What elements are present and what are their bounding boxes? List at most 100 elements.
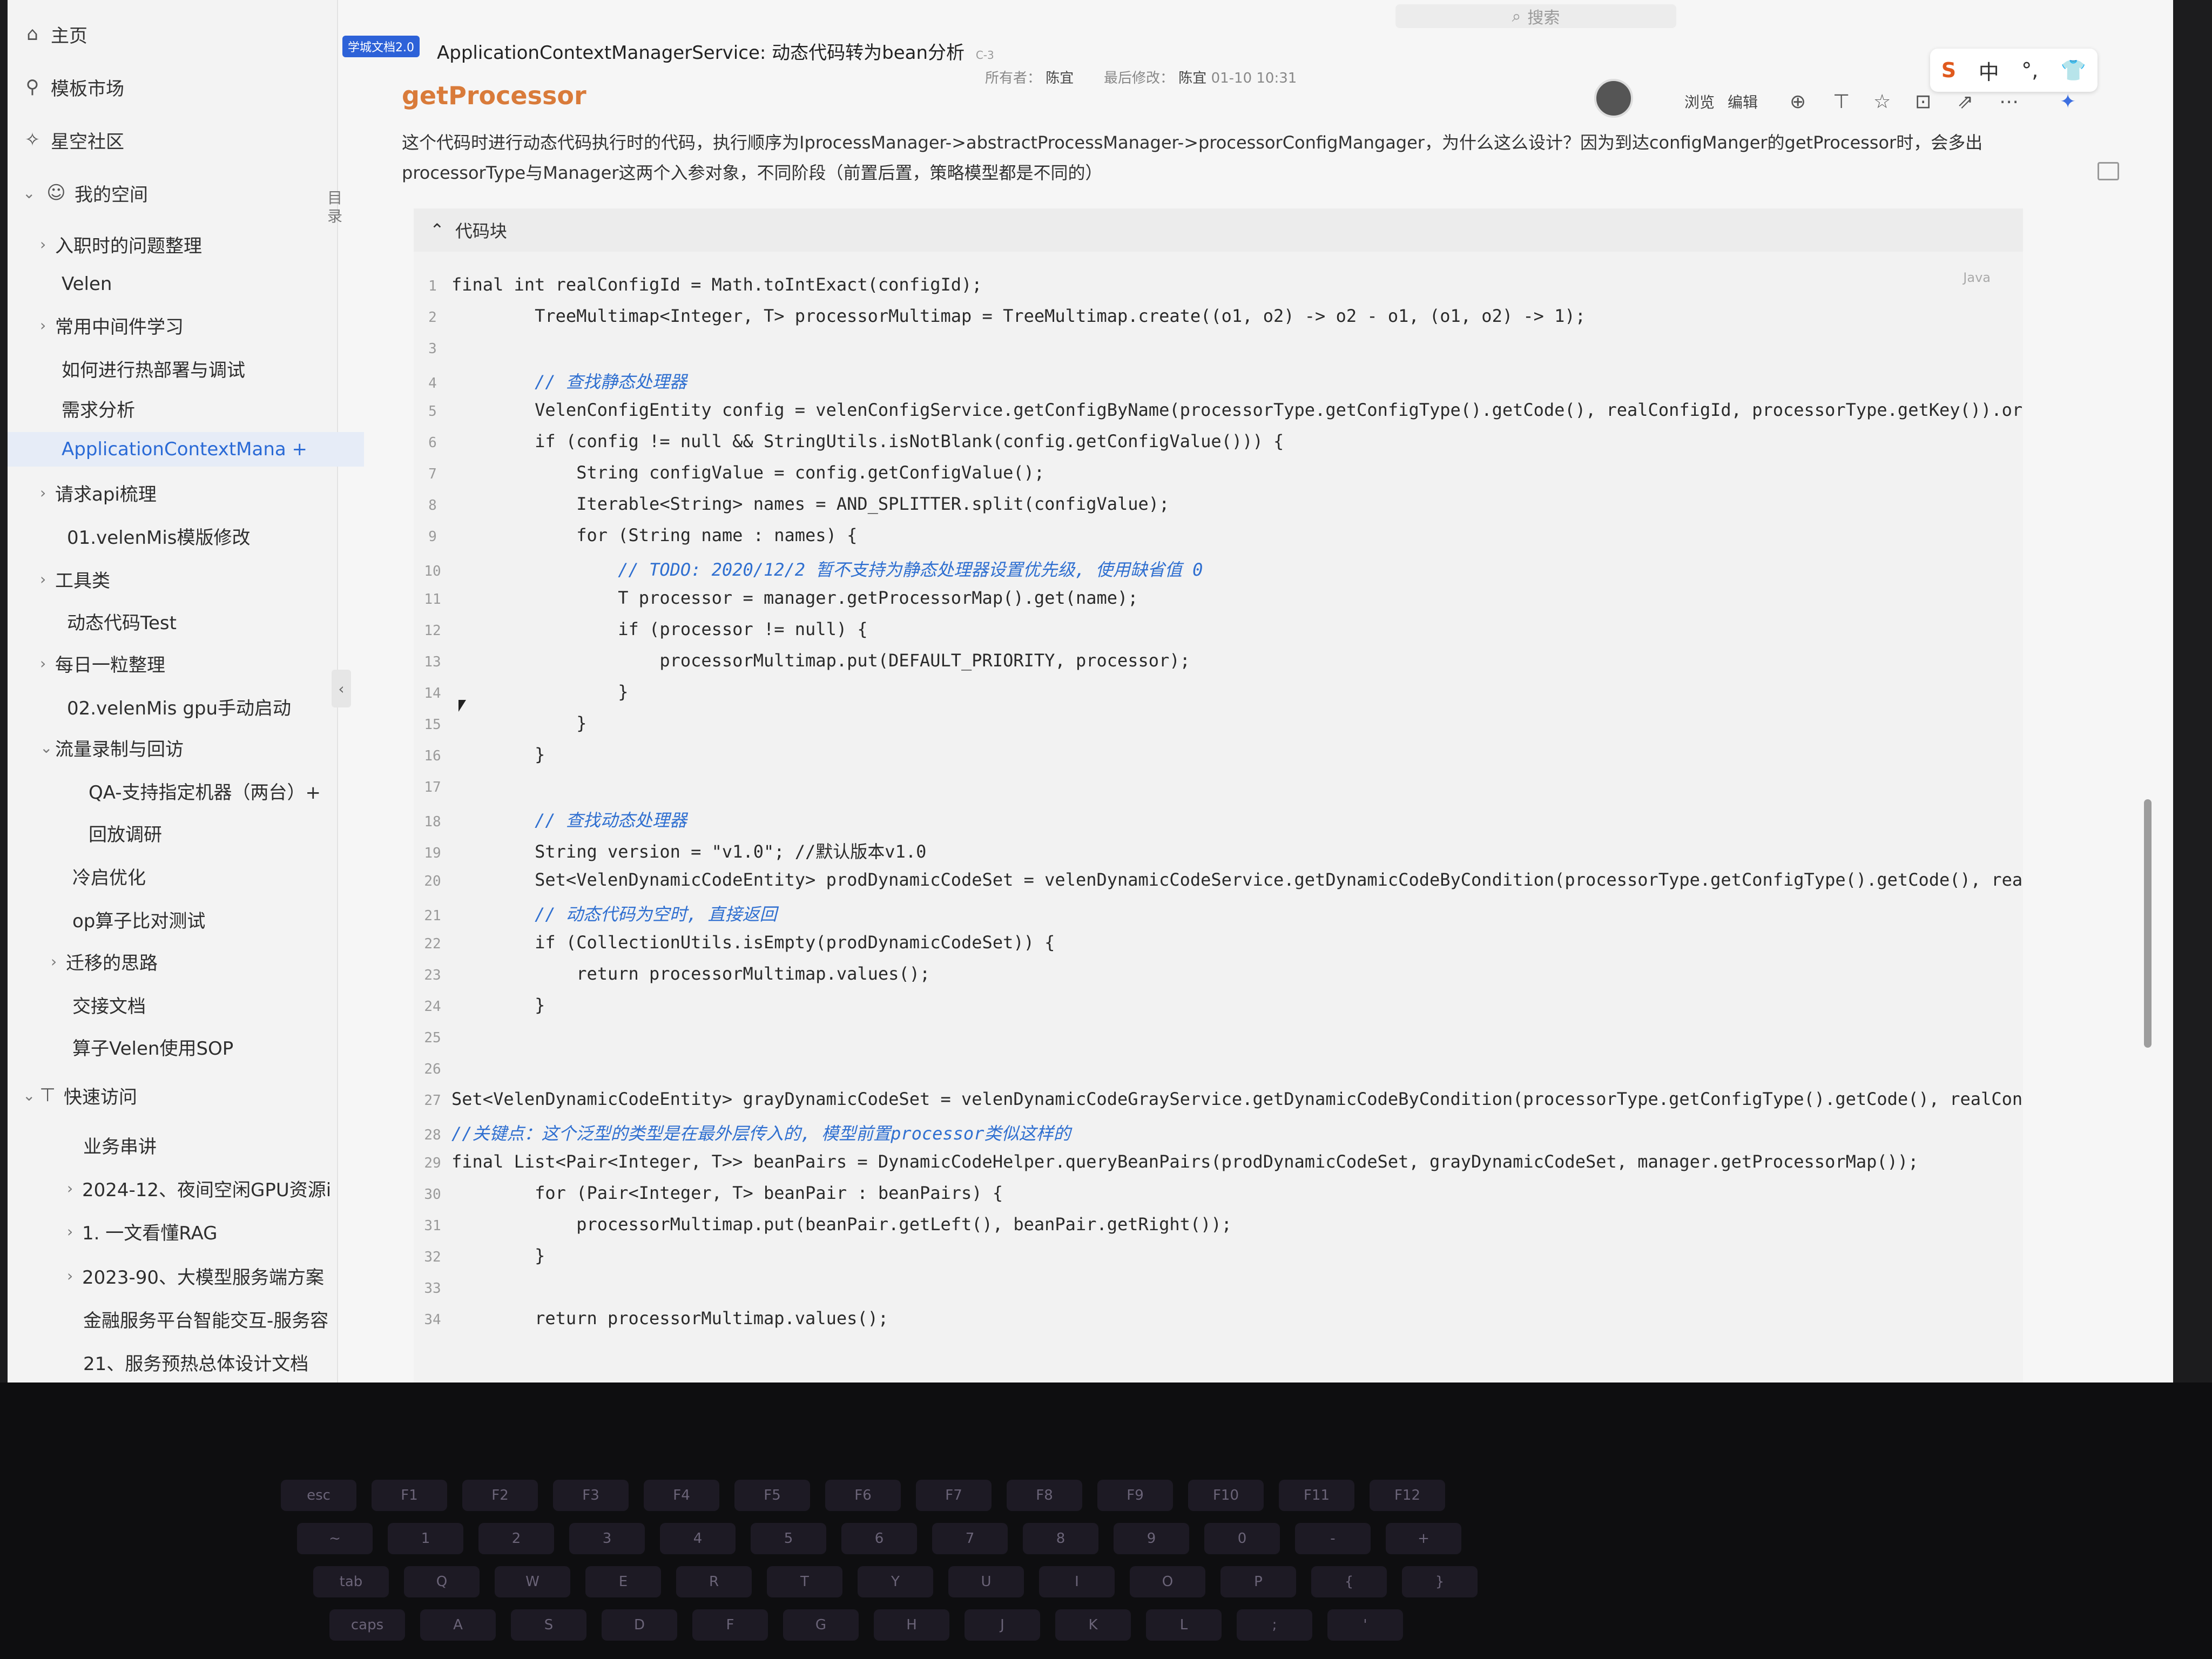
- sidebar-tree-item[interactable]: 需求分析: [62, 391, 135, 426]
- code-line[interactable]: 18 // 查找动态处理器: [414, 807, 687, 838]
- quick-access-item[interactable]: 21、服务预热总体设计文档: [83, 1345, 308, 1379]
- keyboard-key[interactable]: 7: [932, 1523, 1008, 1554]
- code-line[interactable]: 31 processorMultimap.put(beanPair.getLef…: [414, 1214, 1232, 1245]
- keyboard-key[interactable]: ~: [297, 1523, 373, 1554]
- ime-toolbar[interactable]: S 中 °, 👕: [1930, 49, 2098, 92]
- code-line[interactable]: 29 final List<Pair<Integer, T>> beanPairs…: [414, 1151, 1918, 1183]
- toc-toggle[interactable]: 目录: [327, 189, 343, 226]
- keyboard-key[interactable]: F6: [825, 1480, 901, 1511]
- keyboard-key[interactable]: F: [692, 1609, 768, 1641]
- sidebar-tree-item[interactable]: › 请求api梳理: [40, 475, 157, 510]
- chevron-icon[interactable]: ›: [40, 655, 55, 672]
- ime-language-toggle[interactable]: 中: [1979, 56, 1999, 85]
- keyboard-key[interactable]: E: [585, 1566, 661, 1597]
- sidebar-tree-item[interactable]: QA-支持指定机器（两台）+: [89, 773, 321, 808]
- code-block-header[interactable]: ⌃ 代码块: [414, 208, 2023, 252]
- quick-access-item[interactable]: › 2024-12、夜间空闲GPU资源i: [67, 1171, 331, 1205]
- code-line[interactable]: 34 return processorMultimap.values();: [414, 1308, 888, 1339]
- sidebar-tree-item[interactable]: › 每日一粒整理: [40, 646, 165, 680]
- keyboard-key[interactable]: D: [602, 1609, 677, 1641]
- quick-access-item[interactable]: 金融服务平台智能交互-服务容: [83, 1301, 328, 1336]
- code-line[interactable]: 25: [414, 1026, 451, 1057]
- chevron-icon[interactable]: ›: [51, 953, 66, 970]
- keyboard-key[interactable]: 3: [569, 1523, 645, 1554]
- code-line[interactable]: 6 if (config != null && StringUtils.isNo…: [414, 431, 1284, 462]
- keyboard-key[interactable]: I: [1039, 1566, 1115, 1597]
- keyboard-key[interactable]: Y: [858, 1566, 933, 1597]
- star-icon[interactable]: ☆: [1873, 91, 1891, 113]
- ime-skin-icon[interactable]: 👕: [2061, 58, 2086, 83]
- keyboard-key[interactable]: {: [1311, 1566, 1387, 1597]
- sidebar-tree-item[interactable]: 交接文档: [72, 987, 146, 1022]
- modified-by[interactable]: 陈宜: [1178, 70, 1206, 86]
- keyboard-key[interactable]: 5: [751, 1523, 826, 1554]
- keyboard-key[interactable]: F7: [916, 1480, 992, 1511]
- code-line[interactable]: 15 }: [414, 713, 586, 744]
- keyboard-key[interactable]: T: [767, 1566, 842, 1597]
- keyboard-key[interactable]: F4: [644, 1480, 719, 1511]
- sidebar-tree-item[interactable]: Velen: [62, 267, 112, 301]
- keyboard-key[interactable]: 0: [1204, 1523, 1280, 1554]
- nav-home[interactable]: ⌂ 主页: [23, 15, 87, 53]
- keyboard-key[interactable]: 8: [1023, 1523, 1098, 1554]
- sidebar-tree-item[interactable]: ⌄ 流量录制与回访: [40, 730, 184, 765]
- quick-access-item[interactable]: › 1. 一文看懂RAG: [67, 1214, 218, 1249]
- code-line[interactable]: 22 if (CollectionUtils.isEmpty(prodDynam…: [414, 932, 1055, 963]
- keyboard-key[interactable]: F3: [553, 1480, 629, 1511]
- keyboard-key[interactable]: F12: [1370, 1480, 1445, 1511]
- keyboard-key[interactable]: F11: [1279, 1480, 1354, 1511]
- keyboard-key[interactable]: 2: [478, 1523, 554, 1554]
- code-line[interactable]: 13 processorMultimap.put(DEFAULT_PRIORIT…: [414, 650, 1190, 682]
- chevron-icon[interactable]: ⌄: [40, 739, 55, 757]
- code-line[interactable]: 4 // 查找静态处理器: [414, 368, 687, 400]
- owner-name[interactable]: 陈宜: [1046, 70, 1074, 86]
- keyboard-key[interactable]: tab: [313, 1566, 389, 1597]
- code-line[interactable]: 33: [414, 1277, 451, 1308]
- nav-template-market[interactable]: ⚲ 模板市场: [23, 68, 124, 106]
- lock-icon[interactable]: ⊡: [1915, 91, 1931, 113]
- code-line[interactable]: 28 //关键点：这个泛型的类型是在最外层传入的, 模型前置processor类似…: [414, 1120, 1070, 1151]
- keyboard-key[interactable]: R: [676, 1566, 752, 1597]
- keyboard-key[interactable]: caps: [329, 1609, 405, 1641]
- chevron-down-icon[interactable]: ⌄: [23, 184, 38, 202]
- code-line[interactable]: 16 }: [414, 744, 545, 775]
- keyboard-key[interactable]: U: [948, 1566, 1024, 1597]
- comment-icon[interactable]: [2098, 162, 2119, 180]
- chevron-down-icon[interactable]: ⌄: [23, 1087, 38, 1104]
- sidebar-tree-item[interactable]: 冷启优化: [72, 859, 146, 893]
- ime-logo-icon[interactable]: S: [1941, 58, 1956, 82]
- code-line[interactable]: 23 return processorMultimap.values();: [414, 963, 930, 995]
- keyboard-key[interactable]: ': [1327, 1609, 1403, 1641]
- code-line[interactable]: 17: [414, 775, 451, 807]
- chevron-icon[interactable]: ›: [67, 1179, 82, 1197]
- share-lock-icon[interactable]: ⊕: [1790, 91, 1806, 113]
- code-line[interactable]: 19 String version = "v1.0"; //默认版本v1.0: [414, 838, 926, 869]
- code-line[interactable]: 8 Iterable<String> names = AND_SPLITTER.…: [414, 494, 1169, 525]
- chevron-icon[interactable]: ›: [40, 484, 55, 502]
- keyboard-key[interactable]: F1: [372, 1480, 447, 1511]
- sidebar-tree-item[interactable]: op算子比对测试: [72, 902, 205, 936]
- sidebar-tree-item[interactable]: › 常用中间件学习: [40, 308, 184, 342]
- keyboard-key[interactable]: O: [1130, 1566, 1205, 1597]
- keyboard-key[interactable]: L: [1146, 1609, 1222, 1641]
- keyboard-key[interactable]: H: [874, 1609, 949, 1641]
- keyboard-key[interactable]: Q: [404, 1566, 480, 1597]
- code-line[interactable]: 20 Set<VelenDynamicCodeEntity> prodDynam…: [414, 869, 2023, 901]
- code-line[interactable]: 26: [414, 1057, 451, 1089]
- code-line[interactable]: 24 }: [414, 995, 545, 1026]
- nav-community[interactable]: ✧ 星空社区: [23, 121, 124, 159]
- code-line[interactable]: 1 final int realConfigId = Math.toIntExac…: [414, 274, 982, 306]
- chevron-icon[interactable]: ›: [40, 235, 55, 253]
- sidebar-tree-item[interactable]: 回放调研: [89, 815, 162, 850]
- code-line[interactable]: 3: [414, 337, 451, 368]
- sidebar-tree-item[interactable]: 01.velenMis模版修改: [67, 518, 251, 553]
- edit-mode-button[interactable]: 编辑: [1728, 91, 1758, 112]
- sidebar-tree-item[interactable]: › 迁移的思路: [51, 944, 158, 979]
- keyboard-key[interactable]: 4: [660, 1523, 736, 1554]
- keyboard-key[interactable]: 9: [1114, 1523, 1189, 1554]
- chevron-icon[interactable]: ›: [67, 1267, 82, 1285]
- quick-access-header[interactable]: ⌄ ⊤ 快速访问: [23, 1078, 137, 1112]
- chevron-icon[interactable]: ›: [40, 316, 55, 334]
- code-language-label[interactable]: Java: [1963, 270, 1991, 285]
- scrollbar[interactable]: [2144, 799, 2152, 1048]
